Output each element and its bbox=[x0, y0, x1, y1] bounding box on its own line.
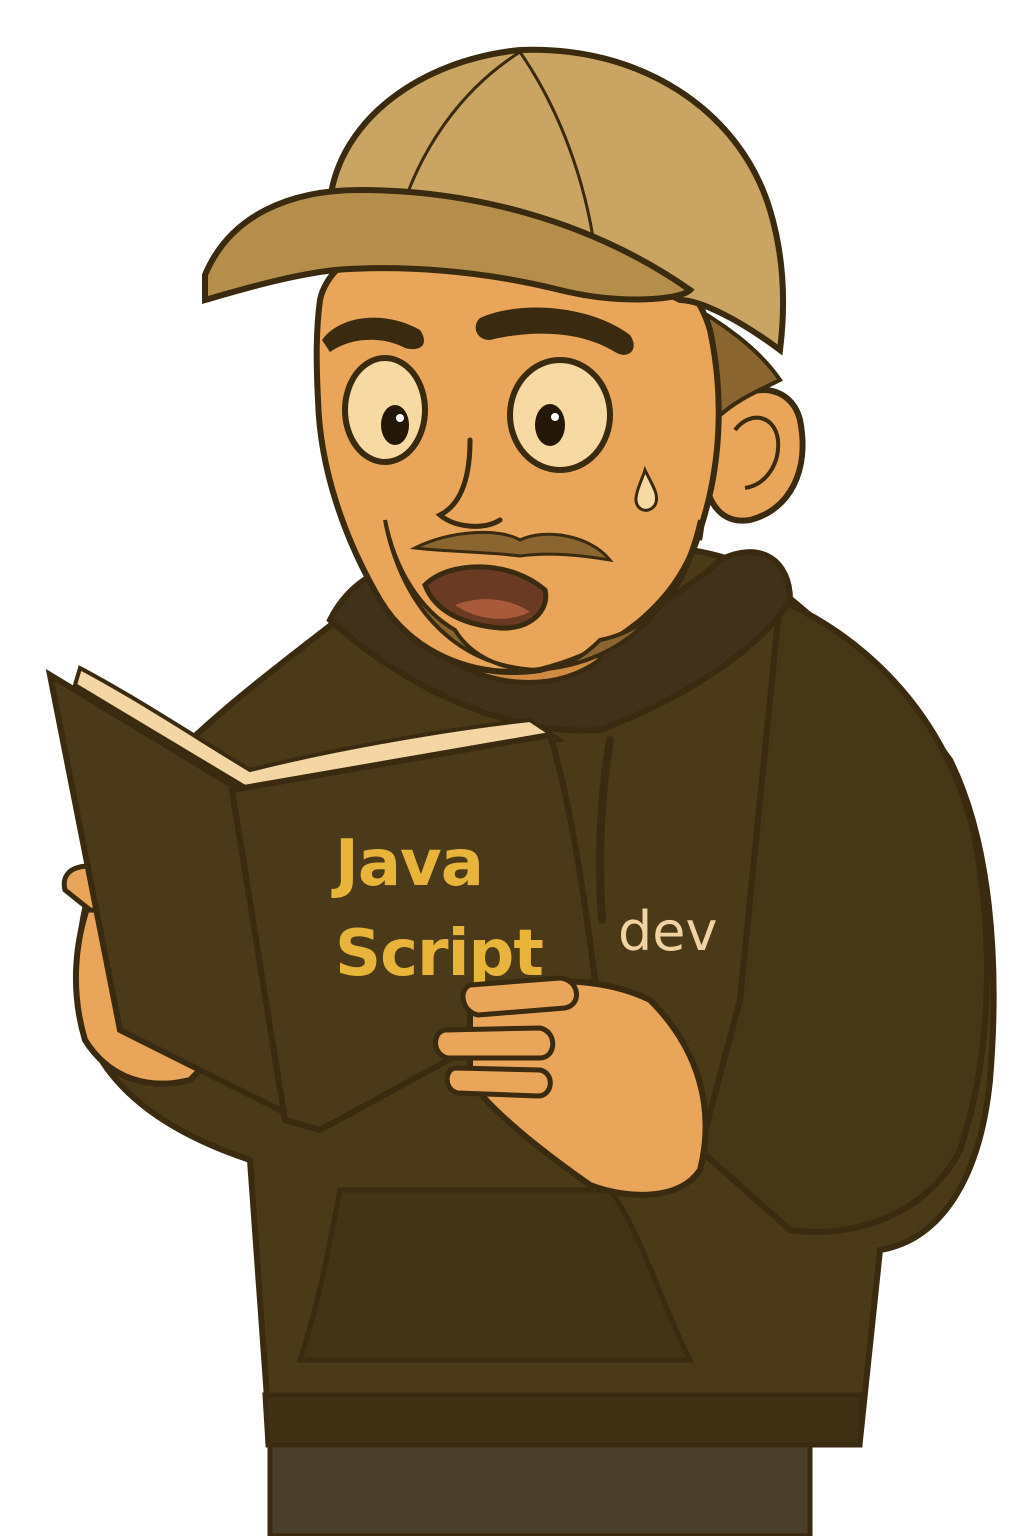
pupil-right bbox=[535, 404, 565, 446]
finger-right-2 bbox=[433, 1025, 556, 1061]
cartoon-developer-illustration: Java Script dev bbox=[45, 46, 997, 1536]
finger-right-3 bbox=[444, 1065, 553, 1099]
hoodie-hem bbox=[262, 1392, 865, 1448]
hoodie-text: dev bbox=[618, 900, 717, 963]
finger-right-1 bbox=[460, 975, 579, 1018]
illustration-canvas: Java Script dev bbox=[0, 0, 1024, 1536]
eye-left bbox=[342, 355, 428, 465]
pupil-left bbox=[381, 405, 409, 445]
pants bbox=[267, 1437, 813, 1536]
book-title-line1: Java bbox=[331, 827, 483, 901]
